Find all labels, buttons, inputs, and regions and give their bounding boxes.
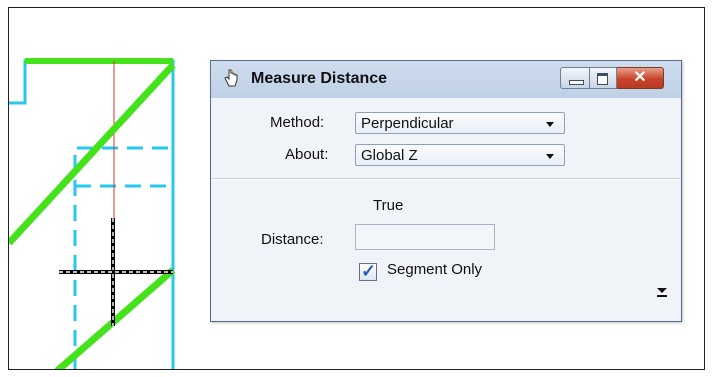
method-value: Perpendicular — [361, 115, 454, 132]
about-value: Global Z — [361, 147, 418, 164]
distance-label: Distance: — [261, 231, 324, 248]
segment-only-label: Segment Only — [387, 261, 483, 278]
segment-only-checkbox[interactable]: ✓ — [359, 261, 377, 281]
dialog-body: Method: Perpendicular About: Global Z Tr… — [212, 98, 680, 320]
hand-pointer-icon — [224, 69, 238, 87]
close-icon: ✕ — [633, 69, 647, 86]
method-select[interactable]: Perpendicular — [355, 112, 565, 134]
section-divider — [212, 178, 680, 180]
maximize-icon — [597, 73, 608, 85]
expand-arrow-icon[interactable] — [655, 284, 669, 298]
minimize-icon — [569, 80, 584, 85]
about-label: About: — [285, 146, 329, 163]
method-label: Method: — [270, 114, 325, 131]
chevron-down-icon — [546, 154, 554, 159]
check-icon: ✓ — [361, 261, 377, 281]
maximize-button[interactable] — [590, 67, 617, 89]
dialog-titlebar[interactable]: Measure Distance ✕ — [211, 61, 681, 98]
about-select[interactable]: Global Z — [355, 144, 565, 166]
dialog-title: Measure Distance — [251, 70, 388, 87]
dashed-rect-left — [73, 146, 173, 369]
chevron-down-icon — [546, 122, 554, 127]
minimize-button[interactable] — [560, 67, 590, 89]
measure-distance-dialog: Measure Distance ✕ Method: Perpendicular… — [210, 60, 682, 322]
green-diagonal-upper — [9, 62, 176, 246]
true-label: True — [373, 197, 404, 214]
close-button[interactable]: ✕ — [617, 67, 664, 89]
distance-field[interactable] — [355, 224, 495, 250]
